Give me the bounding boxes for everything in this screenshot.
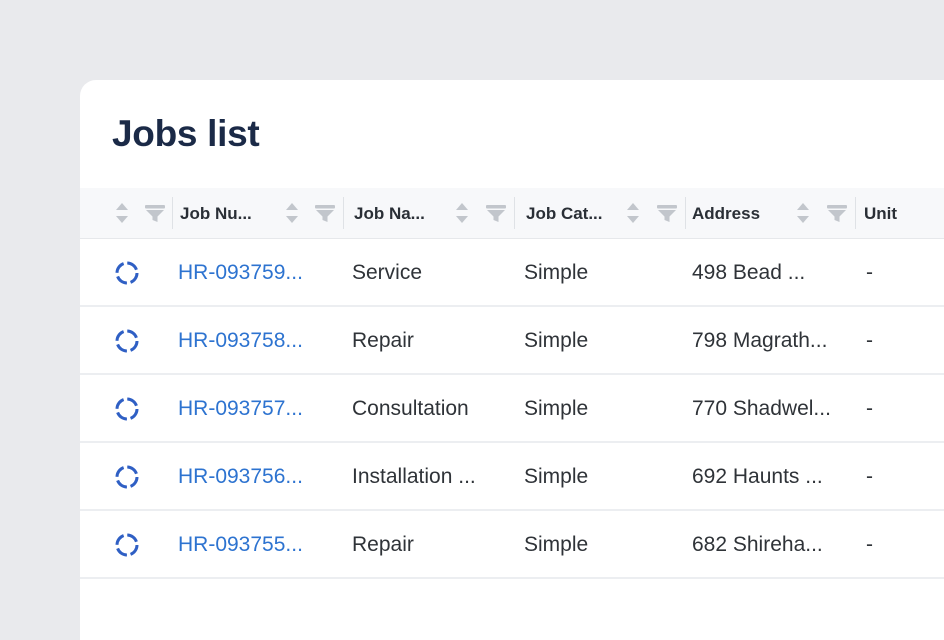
loading-spinner-icon	[115, 533, 139, 557]
filter-icon[interactable]	[827, 205, 847, 222]
loading-spinner-icon	[115, 329, 139, 353]
column-header-label: Job Cat...	[526, 204, 603, 223]
address-cell: 798 Magrath...	[692, 329, 828, 352]
column-header-status	[80, 188, 172, 238]
job-category-cell: Simple	[524, 533, 589, 556]
sort-icon[interactable]	[795, 201, 811, 225]
sort-icon[interactable]	[625, 201, 641, 225]
table-row[interactable]: HR-093757... Consultation Simple 770 Sha…	[80, 375, 944, 443]
table-row[interactable]: HR-093755... Repair Simple 682 Shireha..…	[80, 511, 944, 579]
table-header: Job Nu... Job Na... Job Cat... Address U…	[80, 188, 944, 239]
job-name-cell: Repair	[352, 329, 414, 352]
job-name-cell: Service	[352, 261, 423, 284]
job-name-cell: Consultation	[352, 397, 469, 420]
address-cell: 682 Shireha...	[692, 533, 823, 556]
sort-icon[interactable]	[284, 201, 300, 225]
job-number-link[interactable]: HR-093755...	[178, 533, 303, 557]
address-cell: 770 Shadwel...	[692, 397, 831, 420]
job-number-link[interactable]: HR-093758...	[178, 329, 303, 353]
page-title: Jobs list	[112, 113, 260, 154]
filter-icon[interactable]	[657, 205, 677, 222]
sort-icon[interactable]	[454, 201, 470, 225]
jobs-table: Job Nu... Job Na... Job Cat... Address U…	[80, 188, 944, 579]
unit-cell: -	[866, 329, 873, 352]
column-header-label: Job Nu...	[180, 204, 252, 223]
column-header-job-name[interactable]: Job Na...	[344, 188, 514, 238]
jobs-list-card: Jobs list Job Nu... Job Na... Job Cat...…	[80, 80, 944, 640]
column-header-label: Unit	[864, 204, 898, 223]
job-name-cell: Installation ...	[352, 465, 476, 488]
column-header-job-number[interactable]: Job Nu...	[173, 188, 343, 238]
address-cell: 692 Haunts ...	[692, 465, 823, 488]
job-number-link[interactable]: HR-093759...	[178, 261, 303, 285]
column-header-label: Job Na...	[354, 204, 425, 223]
job-category-cell: Simple	[524, 397, 589, 420]
address-cell: 498 Bead ...	[692, 261, 806, 284]
filter-icon[interactable]	[145, 205, 165, 222]
filter-icon[interactable]	[486, 205, 506, 222]
job-category-cell: Simple	[524, 329, 589, 352]
column-header-job-category[interactable]: Job Cat...	[515, 188, 685, 238]
column-header-unit[interactable]: Unit	[856, 188, 944, 238]
table-row[interactable]: HR-093758... Repair Simple 798 Magrath..…	[80, 307, 944, 375]
job-name-cell: Repair	[352, 533, 414, 556]
unit-cell: -	[866, 533, 873, 556]
job-category-cell: Simple	[524, 261, 589, 284]
table-row[interactable]: HR-093756... Installation ... Simple 692…	[80, 443, 944, 511]
loading-spinner-icon	[115, 465, 139, 489]
job-number-link[interactable]: HR-093756...	[178, 465, 303, 489]
unit-cell: -	[866, 465, 873, 488]
sort-icon[interactable]	[114, 201, 130, 225]
table-row[interactable]: HR-093759... Service Simple 498 Bead ...…	[80, 239, 944, 307]
column-header-label: Address	[692, 204, 761, 223]
column-header-address[interactable]: Address	[686, 188, 856, 238]
job-number-link[interactable]: HR-093757...	[178, 397, 303, 421]
unit-cell: -	[866, 261, 873, 284]
job-category-cell: Simple	[524, 465, 589, 488]
unit-cell: -	[866, 397, 873, 420]
loading-spinner-icon	[115, 397, 139, 421]
loading-spinner-icon	[115, 261, 139, 285]
filter-icon[interactable]	[315, 205, 335, 222]
